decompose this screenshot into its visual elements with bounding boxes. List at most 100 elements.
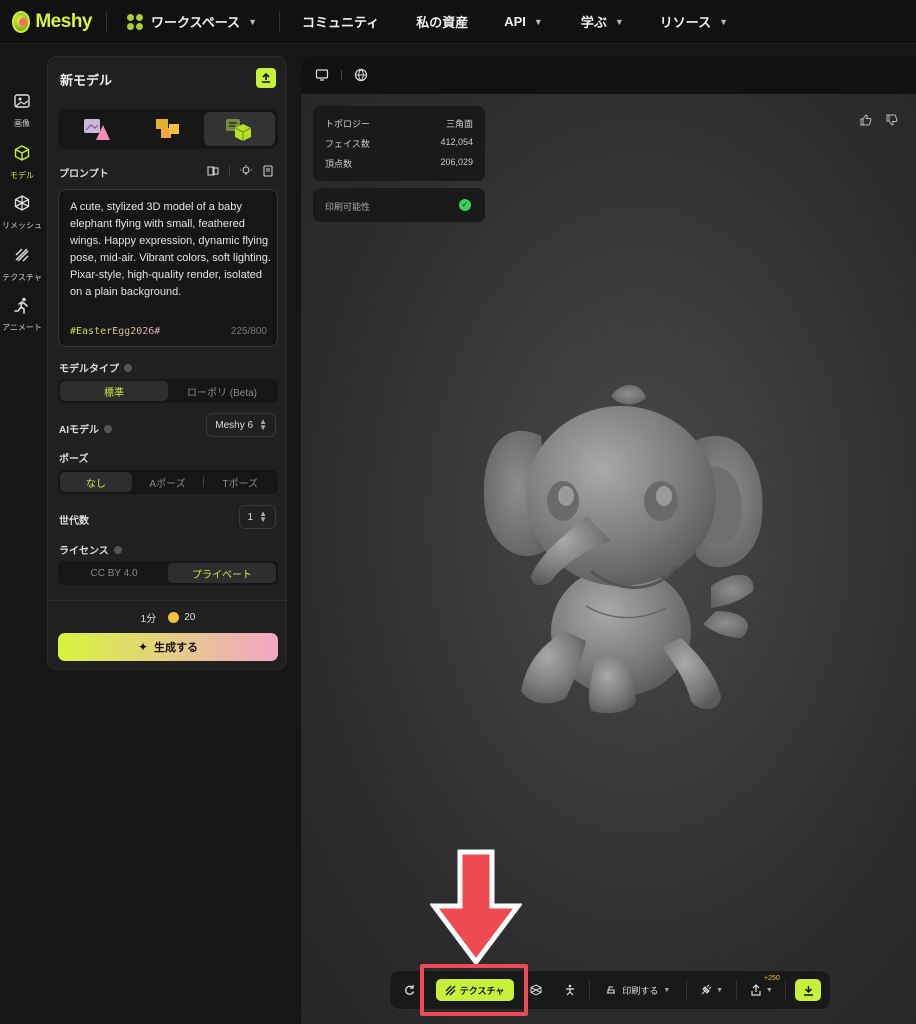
nav-learn[interactable]: 学ぶ ▼ [581,12,624,31]
rail-item-model[interactable]: モデル [0,144,44,181]
rig-button[interactable] [551,976,589,1004]
prompt-text: A cute, stylized 3D model of a baby elep… [70,201,271,298]
generations-select[interactable]: 1 ▲ ▼ [238,505,276,529]
nav-api-label: API [504,14,526,29]
share-icon [751,984,761,996]
prompt-hashtag: #EasterEgg2026# [70,326,161,337]
mesh-stats-card: トポロジー 三角面 フェイス数 412,054 頂点数 206,029 [313,106,485,181]
rail-item-texture[interactable]: テクスチャ [0,246,44,283]
nav-assets-label: 私の資産 [416,15,469,30]
feedback-buttons [860,114,898,126]
check-icon: ✓ [459,199,471,211]
thumbs-down-icon[interactable] [886,114,898,126]
rail-item-animate[interactable]: アニメート [0,296,44,333]
license-private[interactable]: プライベート [168,563,276,583]
credit-cost: 20 [184,612,196,623]
rail-item-remesh[interactable]: リメッシュ [0,194,44,231]
print-label: 印刷する [622,985,659,996]
annotation-highlight-box [420,964,528,1016]
nav-learn-label: 学ぶ [580,15,607,30]
download-button-inner[interactable] [795,979,822,1001]
generations-value: 1 [247,511,254,523]
upload-button[interactable] [256,68,276,88]
stat-label: トポロジー [325,119,371,129]
info-icon[interactable] [113,545,122,554]
globe-icon[interactable] [354,68,368,82]
workspace-icon [127,13,143,30]
credit-coin-icon [168,612,180,623]
export-tool-button[interactable]: ▼ [687,976,737,1004]
rail-item-image[interactable]: 画像 [0,92,44,129]
generation-cost: 1分 20 [48,610,288,625]
rail-label: テクスチャ [2,273,42,282]
cube-icon [14,145,30,161]
nav-community[interactable]: コミュニティ [302,12,379,31]
printability-label: 印刷可能性 [325,202,371,212]
generate-label: 生成する [154,642,199,654]
rail-label: モデル [10,171,34,180]
tab-image-to-3d[interactable] [61,112,132,146]
divider [229,166,230,176]
pose-a[interactable]: Aポーズ [132,472,204,492]
credit-reward-badge: +250 [764,975,780,982]
prompt-label: プロンプト [59,169,109,180]
rail-label: 画像 [14,119,30,128]
dice-icon[interactable] [207,165,219,177]
left-tool-rail: 画像 モデル リメッシュ テクスチャ アニメート [0,44,44,1024]
stat-value: 206,029 [440,157,473,167]
info-icon[interactable] [124,363,132,372]
meshy-logo[interactable]: Meshy [12,10,92,33]
model-type-label-text: モデルタイプ [59,364,119,375]
upload-icon [262,73,270,83]
chevron-down-icon: ▼ [765,986,773,994]
nav-workspace-label: ワークスペース [151,15,241,30]
tab-multi-object[interactable] [132,112,203,146]
ai-model-label: AIモデル [59,421,112,436]
print-button[interactable]: 印刷する ▼ [590,976,686,1004]
chevron-down-icon: ▼ [533,16,543,27]
printer-icon [607,986,616,994]
image-to-3d-icon [83,119,110,140]
prompt-textarea[interactable]: A cute, stylized 3D model of a baby elep… [58,189,278,347]
model-type-selector: 標準 ローポリ (Beta) [58,379,278,403]
rail-label: リメッシュ [2,221,42,230]
character-counter: 225/800 [230,326,267,337]
ai-model-select[interactable]: Meshy 6 ▲ ▼ [206,413,276,437]
divider [48,600,288,601]
nav-workspace[interactable]: ワークスペース ▼ [127,12,257,31]
thumbs-up-icon[interactable] [860,114,872,126]
monitor-icon[interactable] [315,68,329,82]
refresh-icon [404,985,415,995]
new-model-panel: 新モデル プロンプト A cute, stylized 3D model of … [47,56,288,670]
download-button[interactable] [786,976,830,1004]
nav-api[interactable]: API ▼ [504,14,543,29]
elephant-3d-model[interactable] [471,376,771,716]
model-type-standard[interactable]: 標準 [60,381,168,401]
text-to-3d-icon [226,119,252,141]
divider [278,11,280,32]
running-figure-icon [14,297,28,314]
blocks-icon [155,119,179,138]
license-label: ライセンス [59,542,122,557]
logo-text: Meshy [35,10,92,32]
tab-text-to-3d[interactable] [203,112,275,146]
nav-assets[interactable]: 私の資産 [416,12,468,31]
pose-t[interactable]: Tポーズ [204,472,276,492]
chevron-down-icon: ▼ [248,16,257,27]
3d-viewport[interactable]: トポロジー 三角面 フェイス数 412,054 頂点数 206,029 印刷可能性 ✓ [301,56,916,1024]
nav-resources[interactable]: リソース ▼ [660,12,728,31]
lightbulb-icon[interactable] [240,165,252,177]
image-icon [14,94,30,108]
book-icon[interactable] [262,165,274,177]
model-type-lowpoly[interactable]: ローポリ (Beta) [168,381,276,401]
stat-value: 412,054 [440,137,473,147]
pose-none[interactable]: なし [60,472,132,492]
chevron-down-icon: ▼ [719,16,729,27]
ai-model-value: Meshy 6 [215,419,254,431]
info-icon[interactable] [104,424,112,433]
model-type-label: モデルタイプ [59,360,132,375]
license-cc-by[interactable]: CC BY 4.0 [60,563,168,583]
generate-button[interactable]: ✦ 生成する [58,633,278,661]
chevron-down-icon: ▼ [716,986,724,994]
updown-chevron-icon: ▲ ▼ [259,509,267,524]
